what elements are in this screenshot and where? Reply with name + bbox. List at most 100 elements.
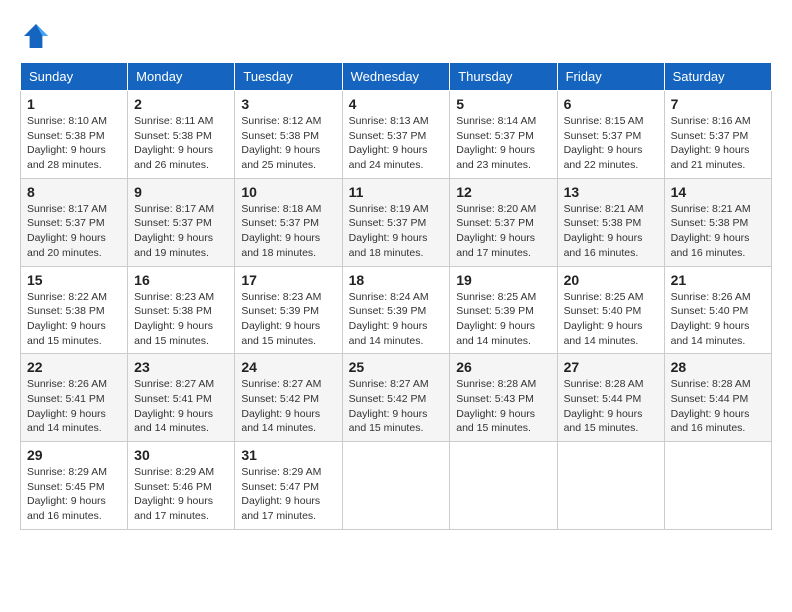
calendar-cell: 21 Sunrise: 8:26 AMSunset: 5:40 PMDaylig… xyxy=(664,266,771,354)
header-saturday: Saturday xyxy=(664,63,771,91)
header-sunday: Sunday xyxy=(21,63,128,91)
day-number: 9 xyxy=(134,184,228,200)
calendar-cell: 23 Sunrise: 8:27 AMSunset: 5:41 PMDaylig… xyxy=(128,354,235,442)
calendar-cell: 7 Sunrise: 8:16 AMSunset: 5:37 PMDayligh… xyxy=(664,91,771,179)
day-number: 25 xyxy=(349,359,444,375)
day-info: Sunrise: 8:17 AMSunset: 5:37 PMDaylight:… xyxy=(27,203,107,259)
calendar-week-row: 29 Sunrise: 8:29 AMSunset: 5:45 PMDaylig… xyxy=(21,442,772,530)
day-info: Sunrise: 8:21 AMSunset: 5:38 PMDaylight:… xyxy=(564,203,644,259)
calendar-cell: 8 Sunrise: 8:17 AMSunset: 5:37 PMDayligh… xyxy=(21,178,128,266)
day-number: 15 xyxy=(27,272,121,288)
weekday-header-row: Sunday Monday Tuesday Wednesday Thursday… xyxy=(21,63,772,91)
calendar-table: Sunday Monday Tuesday Wednesday Thursday… xyxy=(20,62,772,530)
day-number: 21 xyxy=(671,272,765,288)
calendar-cell: 24 Sunrise: 8:27 AMSunset: 5:42 PMDaylig… xyxy=(235,354,342,442)
day-info: Sunrise: 8:25 AMSunset: 5:40 PMDaylight:… xyxy=(564,291,644,347)
calendar-cell: 19 Sunrise: 8:25 AMSunset: 5:39 PMDaylig… xyxy=(450,266,557,354)
day-info: Sunrise: 8:26 AMSunset: 5:41 PMDaylight:… xyxy=(27,378,107,434)
day-number: 7 xyxy=(671,96,765,112)
calendar-cell: 28 Sunrise: 8:28 AMSunset: 5:44 PMDaylig… xyxy=(664,354,771,442)
logo xyxy=(20,20,56,52)
header-monday: Monday xyxy=(128,63,235,91)
calendar-cell xyxy=(664,442,771,530)
day-number: 10 xyxy=(241,184,335,200)
day-number: 13 xyxy=(564,184,658,200)
day-info: Sunrise: 8:27 AMSunset: 5:41 PMDaylight:… xyxy=(134,378,214,434)
day-info: Sunrise: 8:11 AMSunset: 5:38 PMDaylight:… xyxy=(134,115,213,171)
header-wednesday: Wednesday xyxy=(342,63,450,91)
calendar-cell: 30 Sunrise: 8:29 AMSunset: 5:46 PMDaylig… xyxy=(128,442,235,530)
calendar-cell: 4 Sunrise: 8:13 AMSunset: 5:37 PMDayligh… xyxy=(342,91,450,179)
day-info: Sunrise: 8:28 AMSunset: 5:43 PMDaylight:… xyxy=(456,378,536,434)
calendar-cell: 6 Sunrise: 8:15 AMSunset: 5:37 PMDayligh… xyxy=(557,91,664,179)
day-info: Sunrise: 8:16 AMSunset: 5:37 PMDaylight:… xyxy=(671,115,751,171)
day-info: Sunrise: 8:23 AMSunset: 5:38 PMDaylight:… xyxy=(134,291,214,347)
day-number: 8 xyxy=(27,184,121,200)
day-number: 14 xyxy=(671,184,765,200)
calendar-week-row: 22 Sunrise: 8:26 AMSunset: 5:41 PMDaylig… xyxy=(21,354,772,442)
day-info: Sunrise: 8:15 AMSunset: 5:37 PMDaylight:… xyxy=(564,115,644,171)
calendar-cell: 10 Sunrise: 8:18 AMSunset: 5:37 PMDaylig… xyxy=(235,178,342,266)
day-number: 26 xyxy=(456,359,550,375)
day-info: Sunrise: 8:18 AMSunset: 5:37 PMDaylight:… xyxy=(241,203,321,259)
day-info: Sunrise: 8:22 AMSunset: 5:38 PMDaylight:… xyxy=(27,291,107,347)
day-info: Sunrise: 8:29 AMSunset: 5:47 PMDaylight:… xyxy=(241,466,321,522)
day-number: 22 xyxy=(27,359,121,375)
day-info: Sunrise: 8:23 AMSunset: 5:39 PMDaylight:… xyxy=(241,291,321,347)
calendar-cell: 18 Sunrise: 8:24 AMSunset: 5:39 PMDaylig… xyxy=(342,266,450,354)
day-info: Sunrise: 8:19 AMSunset: 5:37 PMDaylight:… xyxy=(349,203,429,259)
day-info: Sunrise: 8:24 AMSunset: 5:39 PMDaylight:… xyxy=(349,291,429,347)
header-friday: Friday xyxy=(557,63,664,91)
calendar-body: 1 Sunrise: 8:10 AMSunset: 5:38 PMDayligh… xyxy=(21,91,772,530)
calendar-cell: 29 Sunrise: 8:29 AMSunset: 5:45 PMDaylig… xyxy=(21,442,128,530)
day-number: 29 xyxy=(27,447,121,463)
calendar-cell: 22 Sunrise: 8:26 AMSunset: 5:41 PMDaylig… xyxy=(21,354,128,442)
calendar-cell: 20 Sunrise: 8:25 AMSunset: 5:40 PMDaylig… xyxy=(557,266,664,354)
day-number: 23 xyxy=(134,359,228,375)
calendar-cell: 2 Sunrise: 8:11 AMSunset: 5:38 PMDayligh… xyxy=(128,91,235,179)
day-number: 27 xyxy=(564,359,658,375)
day-number: 28 xyxy=(671,359,765,375)
day-number: 6 xyxy=(564,96,658,112)
calendar-cell: 16 Sunrise: 8:23 AMSunset: 5:38 PMDaylig… xyxy=(128,266,235,354)
day-info: Sunrise: 8:27 AMSunset: 5:42 PMDaylight:… xyxy=(241,378,321,434)
calendar-cell: 26 Sunrise: 8:28 AMSunset: 5:43 PMDaylig… xyxy=(450,354,557,442)
calendar-cell xyxy=(557,442,664,530)
calendar-week-row: 15 Sunrise: 8:22 AMSunset: 5:38 PMDaylig… xyxy=(21,266,772,354)
calendar-cell: 25 Sunrise: 8:27 AMSunset: 5:42 PMDaylig… xyxy=(342,354,450,442)
calendar-cell: 11 Sunrise: 8:19 AMSunset: 5:37 PMDaylig… xyxy=(342,178,450,266)
calendar-cell: 14 Sunrise: 8:21 AMSunset: 5:38 PMDaylig… xyxy=(664,178,771,266)
logo-icon xyxy=(20,20,52,52)
day-number: 5 xyxy=(456,96,550,112)
calendar-cell: 3 Sunrise: 8:12 AMSunset: 5:38 PMDayligh… xyxy=(235,91,342,179)
day-number: 18 xyxy=(349,272,444,288)
day-info: Sunrise: 8:14 AMSunset: 5:37 PMDaylight:… xyxy=(456,115,536,171)
day-info: Sunrise: 8:26 AMSunset: 5:40 PMDaylight:… xyxy=(671,291,751,347)
header-tuesday: Tuesday xyxy=(235,63,342,91)
day-info: Sunrise: 8:17 AMSunset: 5:37 PMDaylight:… xyxy=(134,203,214,259)
calendar-cell: 13 Sunrise: 8:21 AMSunset: 5:38 PMDaylig… xyxy=(557,178,664,266)
day-number: 1 xyxy=(27,96,121,112)
day-info: Sunrise: 8:10 AMSunset: 5:38 PMDaylight:… xyxy=(27,115,107,171)
day-number: 19 xyxy=(456,272,550,288)
calendar-cell: 5 Sunrise: 8:14 AMSunset: 5:37 PMDayligh… xyxy=(450,91,557,179)
day-number: 30 xyxy=(134,447,228,463)
day-number: 20 xyxy=(564,272,658,288)
calendar-cell xyxy=(450,442,557,530)
calendar-cell: 27 Sunrise: 8:28 AMSunset: 5:44 PMDaylig… xyxy=(557,354,664,442)
day-number: 2 xyxy=(134,96,228,112)
calendar-cell xyxy=(342,442,450,530)
day-info: Sunrise: 8:28 AMSunset: 5:44 PMDaylight:… xyxy=(671,378,751,434)
calendar-cell: 1 Sunrise: 8:10 AMSunset: 5:38 PMDayligh… xyxy=(21,91,128,179)
header-thursday: Thursday xyxy=(450,63,557,91)
day-number: 12 xyxy=(456,184,550,200)
calendar-cell: 9 Sunrise: 8:17 AMSunset: 5:37 PMDayligh… xyxy=(128,178,235,266)
calendar-cell: 17 Sunrise: 8:23 AMSunset: 5:39 PMDaylig… xyxy=(235,266,342,354)
day-info: Sunrise: 8:29 AMSunset: 5:45 PMDaylight:… xyxy=(27,466,107,522)
calendar-cell: 15 Sunrise: 8:22 AMSunset: 5:38 PMDaylig… xyxy=(21,266,128,354)
day-info: Sunrise: 8:28 AMSunset: 5:44 PMDaylight:… xyxy=(564,378,644,434)
day-number: 16 xyxy=(134,272,228,288)
page-header xyxy=(20,20,772,52)
day-info: Sunrise: 8:25 AMSunset: 5:39 PMDaylight:… xyxy=(456,291,536,347)
day-number: 31 xyxy=(241,447,335,463)
